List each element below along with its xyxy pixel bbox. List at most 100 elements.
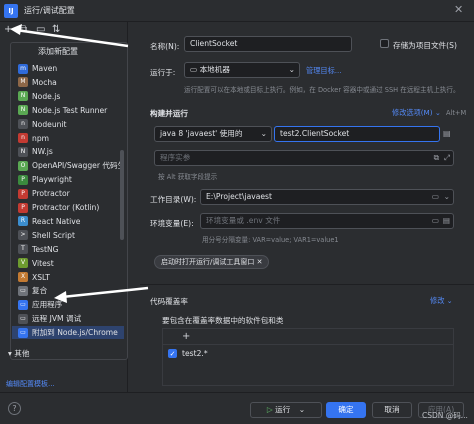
config-type-item[interactable]: P Protractor (Kotlin) [12, 201, 124, 214]
intellij-app-icon: IJ [4, 4, 18, 18]
sort-icon[interactable]: ⇅ [52, 24, 60, 35]
help-icon[interactable]: ? [8, 402, 21, 415]
config-type-label: Protractor (Kotlin) [32, 203, 100, 212]
config-type-label: 远程 JVM 调试 [32, 314, 82, 324]
add-config-icon[interactable]: + [4, 24, 12, 35]
config-type-label: NW.js [32, 147, 53, 157]
section-divider [140, 284, 474, 285]
edit-templates-link[interactable]: 编辑配置模板... [6, 379, 55, 389]
config-type-item[interactable]: R React Native [12, 215, 124, 228]
coverage-entry-checkbox[interactable]: ✓ [168, 349, 177, 358]
ok-button[interactable]: 确定 [326, 402, 366, 418]
playwright-icon: P [18, 174, 28, 185]
name-label: 名称(N): [150, 42, 180, 51]
config-type-item[interactable]: N NW.js [12, 145, 124, 158]
config-type-item[interactable]: ▭ 应用程序 [12, 298, 124, 311]
store-as-project-checkbox[interactable] [380, 39, 389, 48]
modify-options-shortcut: Alt+M [446, 109, 467, 117]
config-type-item[interactable]: P Protractor [12, 187, 124, 200]
config-type-label: Mocha [32, 77, 57, 87]
jdk-select[interactable]: java 8 'javaest' 使用的 ⌄ [154, 126, 272, 142]
config-type-label: Nodeunit [32, 119, 67, 129]
testng-icon: T [18, 244, 28, 255]
chevron-down-icon[interactable]: ⌄ [444, 190, 450, 204]
env-placeholder: 环境变量或 .env 文件 [206, 216, 281, 225]
browse-class-icon[interactable]: ▤ [443, 129, 451, 138]
computer-icon: ▭ [190, 65, 200, 74]
workdir-input[interactable]: E:\Project\javaest ▭ ⌄ [200, 189, 454, 205]
config-type-label: Vitest [32, 258, 54, 268]
run-on-hint: 运行配置可以在本地或目标上执行。例如，在 Docker 容器中或通过 SSH 在… [184, 86, 460, 94]
config-type-item[interactable]: V Vitest [12, 257, 124, 270]
program-args-input[interactable]: 程序实参 ⧉ ⤢ [154, 150, 454, 166]
popup-scrollbar[interactable] [120, 150, 124, 240]
copy-config-icon[interactable]: ⧉ [20, 24, 27, 35]
program-args-placeholder: 程序实参 [160, 153, 191, 162]
env-hint: 用分号分隔变量: VAR=value; VAR1=value1 [202, 236, 339, 244]
folder-icon[interactable]: ▭ [432, 214, 439, 228]
config-type-label: 复合 [32, 286, 48, 296]
config-type-label: 应用程序 [32, 300, 63, 310]
list-divider [163, 344, 453, 345]
config-type-label: Node.js [32, 91, 61, 101]
expand-icon[interactable]: ⧉ [434, 151, 439, 165]
close-icon[interactable]: ✕ [257, 258, 263, 266]
config-type-item[interactable]: ▭ 远程 JVM 调试 [12, 312, 124, 325]
xslt-icon: X [18, 272, 28, 282]
coverage-include-label: 要包含在覆盖率数据中的软件包和类 [162, 316, 284, 325]
manage-targets-link[interactable]: 管理目标... [306, 66, 342, 76]
window-title: 运行/调试配置 [24, 6, 75, 15]
modify-options-link[interactable]: 修改选项(M) ⌄ [392, 108, 441, 118]
config-type-item[interactable]: n npm [12, 132, 124, 145]
application-icon: ▭ [18, 299, 28, 310]
tree-node-other[interactable]: ▾ 其他 [8, 348, 29, 359]
config-type-item[interactable]: > Shell Script [12, 229, 124, 242]
config-type-item[interactable]: X XSLT [12, 271, 124, 284]
add-pattern-icon[interactable]: + [182, 331, 190, 342]
nodejs-icon: N [18, 91, 28, 102]
watermark: CSDN @码... [422, 411, 468, 420]
config-type-item[interactable]: m Maven [12, 62, 124, 75]
coverage-title: 代码覆盖率 [150, 297, 188, 306]
run-button[interactable]: ▷ 运行 ⌄ [250, 402, 322, 418]
config-type-item[interactable]: n Nodeunit [12, 118, 124, 131]
close-window-icon[interactable]: ✕ [454, 3, 463, 16]
config-type-item[interactable]: P Playwright [12, 173, 124, 186]
maven-icon: m [18, 63, 28, 74]
config-type-item[interactable]: ▭ 附加到 Node.js/Chrome [12, 326, 124, 340]
chip-label: 启动时打开运行/调试工具窗口 [161, 258, 255, 266]
play-icon: ▷ [266, 405, 276, 414]
env-input[interactable]: 环境变量或 .env 文件 ▭ ▤ [200, 213, 454, 229]
chevron-down-icon: ⌄ [260, 129, 267, 138]
folder-icon: ▭ [18, 285, 28, 296]
run-on-select[interactable]: ▭ 本地机器 ⌄ [184, 62, 300, 78]
config-type-label: React Native [32, 216, 81, 226]
vitest-icon: V [18, 258, 28, 269]
config-type-label: Shell Script [32, 230, 75, 240]
maximize-icon[interactable]: ⤢ [444, 151, 450, 165]
config-type-item[interactable]: ▭ 复合 [12, 284, 124, 297]
env-label: 环境变量(E): [150, 219, 194, 228]
cancel-button[interactable]: 取消 [372, 402, 412, 418]
config-type-label: Maven [32, 64, 58, 73]
config-type-item[interactable]: N Node.js Test Runner [12, 104, 124, 117]
folder-icon[interactable]: ▭ [432, 190, 439, 204]
config-type-item[interactable]: M Mocha [12, 76, 124, 89]
edit-icon[interactable]: ▤ [443, 214, 450, 228]
config-type-item[interactable]: N Node.js [12, 90, 124, 103]
coverage-modify-link[interactable]: 修改 ⌄ [430, 296, 453, 306]
folder-icon[interactable]: ▭ [36, 24, 45, 35]
run-on-label: 运行于: [150, 68, 176, 77]
openapi-icon: O [18, 160, 28, 171]
shell-icon: > [18, 230, 28, 241]
config-type-item[interactable]: T TestNG [12, 243, 124, 256]
open-tool-window-chip[interactable]: 启动时打开运行/调试工具窗口 ✕ [154, 255, 270, 269]
config-type-item[interactable]: O OpenAPI/Swagger 代码生成 [12, 159, 124, 172]
modify-options-label: 修改选项(M) [392, 108, 433, 117]
protractor-kotlin-icon: P [18, 202, 28, 213]
main-class-input[interactable]: test2.ClientSocket [274, 126, 440, 142]
name-input[interactable]: ClientSocket [184, 36, 352, 52]
store-as-project-label: 存储为项目文件(S) [393, 41, 457, 50]
nwjs-icon: N [18, 146, 28, 157]
chevron-down-icon: ⌄ [298, 405, 306, 414]
